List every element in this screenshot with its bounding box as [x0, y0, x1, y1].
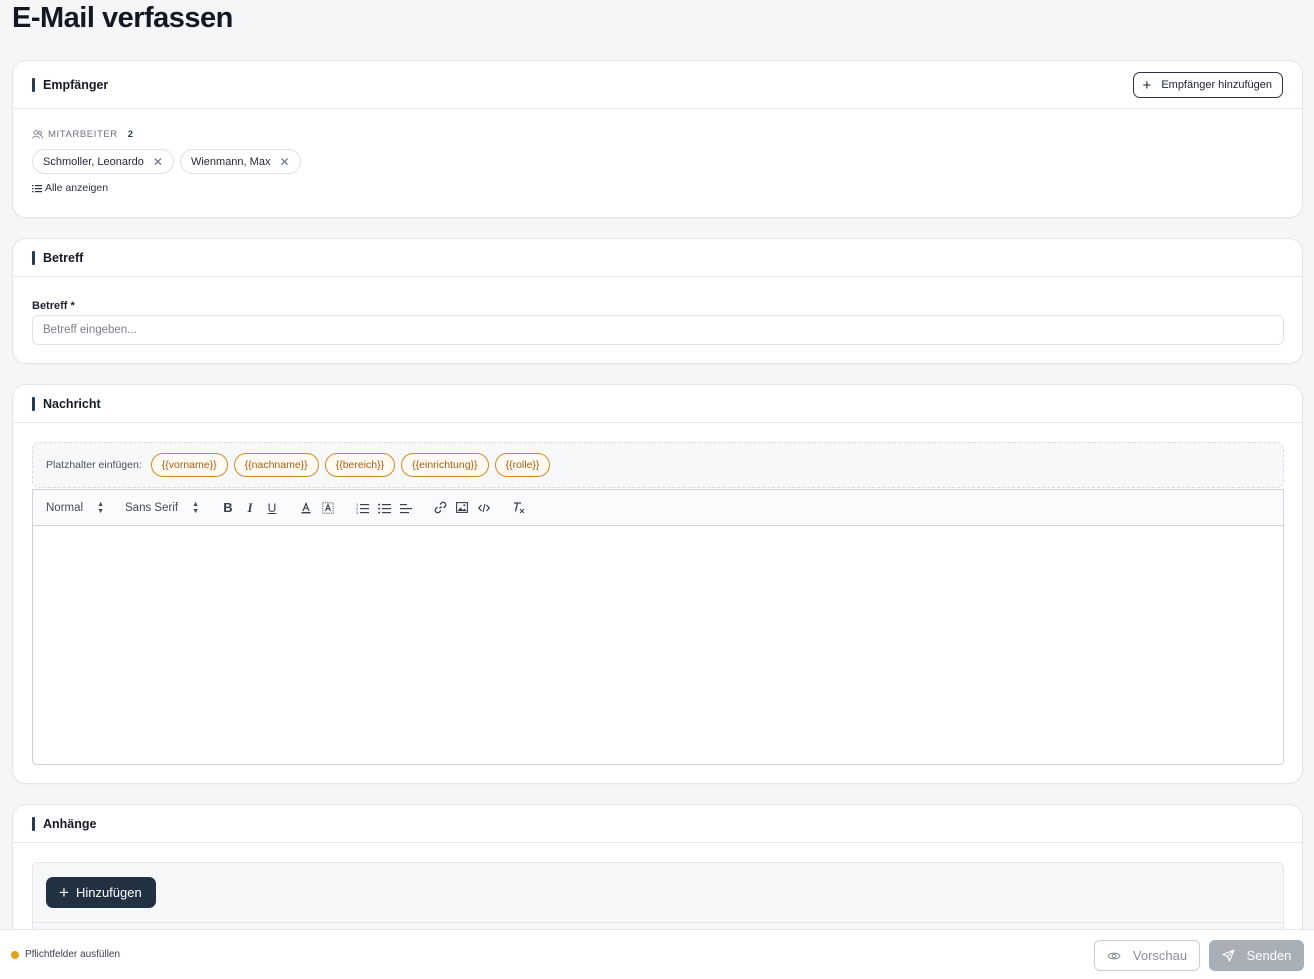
subject-input[interactable]: [32, 315, 1284, 345]
italic-icon[interactable]: I: [239, 497, 261, 519]
add-attachment-label: Hinzufügen: [75, 885, 142, 900]
recipient-chip-label: Wienmann, Max: [190, 155, 271, 168]
recipient-chip: Schmoller, Leonardo ✕: [32, 149, 174, 174]
recipients-title: Empfänger: [43, 77, 109, 92]
code-icon[interactable]: [473, 497, 495, 519]
image-icon[interactable]: [451, 497, 473, 519]
status-dot: [11, 950, 19, 959]
plus-icon: +: [59, 883, 69, 902]
select-arrows-icon: ▲ ▼: [97, 500, 104, 515]
recipient-chip-label: Schmoller, Leonardo: [43, 155, 144, 168]
eye-icon: [1107, 952, 1121, 959]
message-header: Nachricht: [13, 385, 1302, 423]
recipients-header: Empfänger + Empfänger hinzufügen: [13, 61, 1302, 109]
show-all-label: Alle anzeigen: [45, 182, 109, 194]
align-icon[interactable]: [395, 497, 417, 519]
background-color-icon[interactable]: [317, 497, 339, 519]
remove-recipient-icon[interactable]: ✕: [279, 155, 289, 169]
add-recipient-label: Empfänger hinzufügen: [1161, 79, 1272, 91]
placeholder-chip-nachname[interactable]: {{nachname}}: [233, 453, 319, 477]
text-size-select[interactable]: Normal ▲ ▼: [46, 501, 125, 515]
placeholder-chip-einrichtung[interactable]: {{einrichtung}}: [401, 453, 489, 477]
show-all-link[interactable]: Alle anzeigen: [32, 182, 1302, 194]
attachments-divider: [33, 922, 1283, 923]
subject-label: Betreff *: [32, 300, 75, 312]
subject-card: Betreff Betreff *: [12, 238, 1303, 364]
users-icon: [32, 130, 43, 139]
attachments-header: Anhänge: [13, 805, 1302, 843]
placeholder-label: Platzhalter einfügen:: [46, 459, 142, 471]
link-icon[interactable]: [429, 497, 451, 519]
message-card: Nachricht Platzhalter einfügen: {{vornam…: [12, 384, 1303, 784]
form-status: Pflichtfelder ausfüllen: [11, 949, 120, 960]
rich-text-editor: Normal ▲ ▼ Sans Serif ▲ ▼ B I U 123: [32, 489, 1284, 765]
send-button[interactable]: Senden: [1209, 940, 1304, 971]
add-attachment-button[interactable]: + Hinzufügen: [46, 877, 156, 908]
font-family-select[interactable]: Sans Serif ▲ ▼: [125, 501, 217, 515]
page-title: E-Mail verfassen: [12, 2, 233, 34]
placeholder-chip-rolle[interactable]: {{rolle}}: [494, 453, 551, 477]
footer-bar: Pflichtfelder ausfüllen Vorschau Senden: [0, 929, 1314, 979]
group-name: MITARBEITER: [48, 129, 118, 140]
font-color-icon[interactable]: [295, 497, 317, 519]
select-arrows-icon: ▲ ▼: [192, 500, 199, 515]
message-title: Nachricht: [43, 396, 101, 411]
group-count: 2: [127, 129, 134, 140]
editor-toolbar: Normal ▲ ▼ Sans Serif ▲ ▼ B I U 123: [33, 490, 1283, 526]
section-accent-bar: [32, 77, 35, 92]
section-accent-bar: [32, 396, 35, 411]
preview-label: Vorschau: [1132, 948, 1188, 963]
svg-text:3: 3: [356, 510, 359, 514]
subject-title: Betreff: [43, 250, 84, 265]
attachments-title: Anhänge: [43, 816, 97, 831]
placeholder-chip-bereich[interactable]: {{bereich}}: [324, 453, 396, 477]
placeholder-bar: Platzhalter einfügen: {{vorname}} {{nach…: [32, 442, 1284, 488]
recipient-chip: Wienmann, Max ✕: [179, 149, 301, 174]
font-family-value: Sans Serif: [125, 501, 179, 514]
text-size-value: Normal: [46, 501, 84, 514]
section-accent-bar: [32, 250, 35, 265]
send-label: Senden: [1246, 948, 1292, 963]
message-body-editor[interactable]: [33, 526, 1283, 764]
plus-icon: +: [1142, 76, 1152, 94]
recipients-card: Empfänger + Empfänger hinzufügen MITARBE…: [12, 60, 1303, 218]
add-recipient-button[interactable]: + Empfänger hinzufügen: [1132, 72, 1283, 98]
send-icon: [1222, 949, 1235, 962]
subject-header: Betreff: [13, 239, 1302, 277]
preview-button[interactable]: Vorschau: [1094, 940, 1200, 971]
bullet-list-icon[interactable]: [373, 497, 395, 519]
underline-icon[interactable]: U: [261, 497, 283, 519]
placeholder-chip-vorname[interactable]: {{vorname}}: [150, 453, 228, 477]
recipient-group-label: MITARBEITER 2: [32, 129, 1302, 140]
clear-format-icon[interactable]: [507, 497, 529, 519]
form-status-text: Pflichtfelder ausfüllen: [25, 949, 121, 960]
remove-recipient-icon[interactable]: ✕: [153, 155, 163, 169]
section-accent-bar: [32, 816, 35, 831]
list-icon: [32, 184, 42, 192]
bold-icon[interactable]: B: [217, 497, 239, 519]
ordered-list-icon[interactable]: 123: [351, 497, 373, 519]
